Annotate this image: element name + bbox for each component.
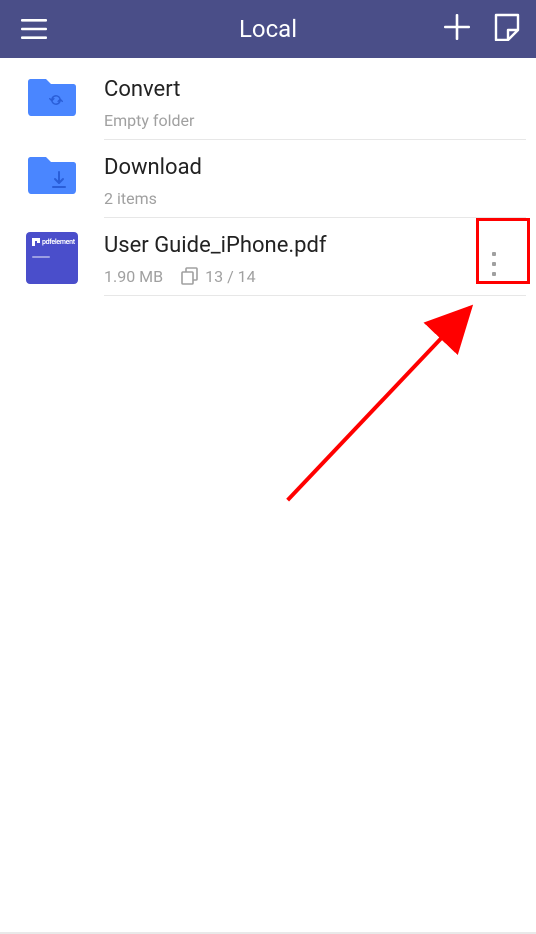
app-logo-icon bbox=[32, 238, 40, 246]
hamburger-icon bbox=[21, 19, 47, 39]
note-button[interactable] bbox=[494, 13, 520, 45]
item-name: Download bbox=[104, 154, 522, 183]
item-subtitle: Empty folder bbox=[104, 111, 194, 130]
add-button[interactable] bbox=[444, 14, 470, 44]
item-name: User Guide_iPhone.pdf bbox=[104, 232, 466, 261]
thumb-label: pdfelement bbox=[42, 238, 75, 246]
list-item[interactable]: pdfelement User Guide_iPhone.pdf 1.90 MB… bbox=[0, 218, 536, 296]
item-text: Convert Empty folder bbox=[80, 76, 522, 130]
menu-button[interactable] bbox=[16, 11, 52, 47]
pages-icon bbox=[181, 267, 199, 285]
file-list: Convert Empty folder Download bbox=[0, 58, 536, 296]
folder-icon bbox=[24, 76, 80, 132]
header-actions bbox=[444, 13, 520, 45]
item-text: Download 2 items bbox=[80, 154, 522, 208]
item-name: Convert bbox=[104, 76, 522, 105]
note-edit-icon bbox=[494, 13, 520, 41]
more-options-button[interactable] bbox=[478, 242, 510, 286]
list-item[interactable]: Convert Empty folder bbox=[0, 62, 536, 140]
page-count: 13 / 14 bbox=[205, 267, 256, 286]
annotation-arrow bbox=[280, 280, 480, 506]
file-size: 1.90 MB bbox=[104, 267, 163, 286]
page-title: Local bbox=[239, 15, 297, 43]
pages-info: 13 / 14 bbox=[181, 267, 256, 286]
file-thumbnail: pdfelement bbox=[24, 232, 80, 288]
item-text: User Guide_iPhone.pdf 1.90 MB 13 / 14 bbox=[80, 232, 466, 286]
plus-icon bbox=[444, 14, 470, 40]
list-item[interactable]: Download 2 items bbox=[0, 140, 536, 218]
item-subtitle: 2 items bbox=[104, 189, 157, 208]
app-header: Local bbox=[0, 0, 536, 58]
folder-icon bbox=[24, 154, 80, 210]
